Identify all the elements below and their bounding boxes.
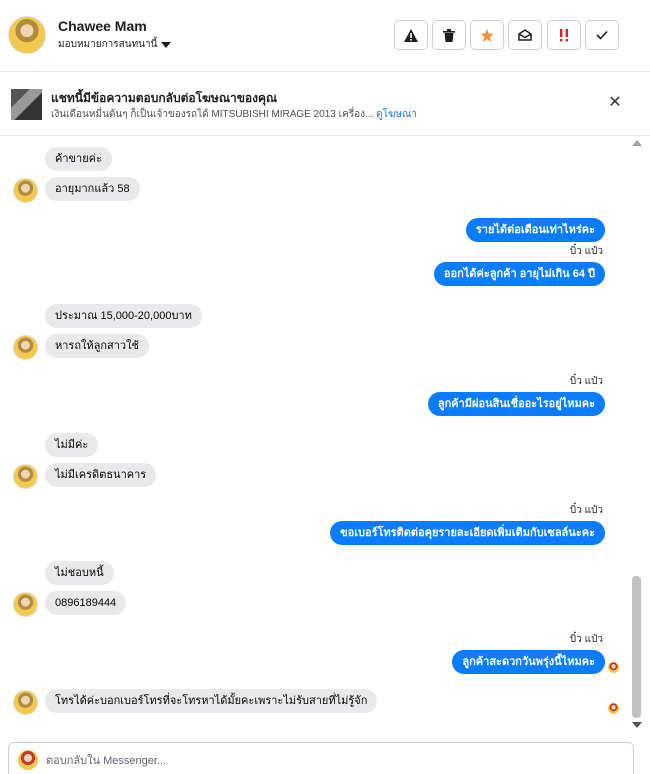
scroll-up-arrow[interactable] xyxy=(632,140,642,146)
chevron-down-icon xyxy=(161,41,172,48)
incoming-message: 0896189444 xyxy=(45,591,127,615)
open-envelope-icon xyxy=(518,29,532,41)
star-icon xyxy=(480,28,494,42)
contact-name[interactable]: Chawee Mam xyxy=(58,18,147,34)
sender-name: บิ๋ว แป๋ว xyxy=(569,246,603,257)
trash-icon xyxy=(443,28,455,42)
incoming-message: โทรได้ค่ะบอกเบอร์โทรที่จะโทรหาได้มั้ยคะเ… xyxy=(45,689,378,713)
contact-avatar-small xyxy=(13,592,38,617)
ad-description: เงินเดือนหมื่นต้นๆ ก็เป็นเจ้าของรถได้ MI… xyxy=(51,109,374,120)
contact-avatar-small xyxy=(13,464,38,489)
incoming-message: หารถให้ลูกสาวใช้ xyxy=(45,334,149,358)
outgoing-message: ลูกค้าสะดวกวันพรุ่งนี้ไหมคะ xyxy=(452,650,605,674)
mark-spam-button[interactable] xyxy=(394,20,428,50)
contact-avatar-small xyxy=(13,690,38,715)
priority-icon xyxy=(560,28,568,41)
scrollbar-thumb[interactable] xyxy=(632,576,641,718)
contact-avatar-small xyxy=(13,178,38,203)
ad-banner-title: แชทนี้มีข้อความตอบกลับต่อโฆษณาของคุณ xyxy=(51,91,278,105)
contact-avatar-small xyxy=(13,335,38,360)
ad-banner-subtitle: เงินเดือนหมื่นต้นๆ ก็เป็นเจ้าของรถได้ MI… xyxy=(51,107,417,122)
sender-name: บิ๋ว แป๋ว xyxy=(569,376,603,387)
incoming-message: ไม่ชอบหนี้ xyxy=(45,561,114,585)
sender-name: บิ๋ว แป๋ว xyxy=(569,634,603,645)
star-button[interactable] xyxy=(470,20,504,50)
incoming-message: ไม่มีค่ะ xyxy=(45,433,99,457)
incoming-message: ไม่มีเครดิตธนาคาร xyxy=(45,463,157,487)
assign-conversation-dropdown[interactable]: มอบหมายการสนทนานี้ xyxy=(58,37,172,52)
page-avatar xyxy=(18,750,38,770)
sender-name: บิ๋ว แป๋ว xyxy=(569,505,603,516)
follow-up-button[interactable] xyxy=(547,20,581,50)
incoming-message: ค้าขายค่ะ xyxy=(45,147,112,171)
outgoing-message: ขอเบอร์โทรติดต่อคุยรายละเอียดเพิ่มเติมกั… xyxy=(330,521,605,545)
seen-avatar xyxy=(608,662,619,673)
view-ad-link[interactable]: ดูโฆษณา xyxy=(376,109,417,120)
reply-input[interactable] xyxy=(46,752,606,770)
outgoing-message: ลูกค้ามีผ่อนสินเชื่ออะไรอยู่ไหมคะ xyxy=(427,392,605,416)
outgoing-message: ออกได้ค่ะลูกค้า อายุไม่เกิน 64 ปี xyxy=(433,262,605,286)
delete-button[interactable] xyxy=(432,20,466,50)
mark-done-button[interactable] xyxy=(585,20,619,50)
contact-avatar[interactable] xyxy=(8,16,46,54)
warning-icon xyxy=(404,28,418,42)
seen-avatar xyxy=(608,703,619,714)
check-icon xyxy=(596,30,608,40)
incoming-message: ประมาณ 15,000-20,000บาท xyxy=(45,304,202,328)
scroll-down-arrow[interactable] xyxy=(632,722,642,728)
ad-thumbnail[interactable] xyxy=(11,89,42,120)
close-icon[interactable]: ✕ xyxy=(606,94,624,112)
mark-unread-button[interactable] xyxy=(508,20,542,50)
assign-label: มอบหมายการสนทนานี้ xyxy=(58,39,158,50)
outgoing-message: รายได้ต่อเดือนเท่าไหร่คะ xyxy=(465,218,605,242)
incoming-message: อายุมากแล้ว 58 xyxy=(45,177,140,201)
